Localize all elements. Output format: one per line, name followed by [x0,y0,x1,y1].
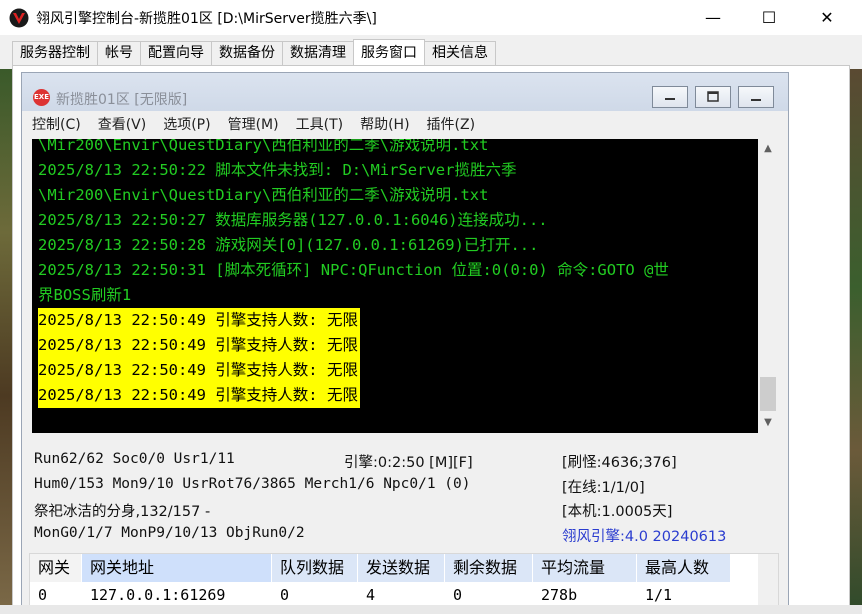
menu-options[interactable]: 选项(P) [163,111,210,139]
scroll-thumb[interactable] [760,377,776,411]
child-title-bar: EXE 新揽胜01区 [无限版] [22,73,788,111]
log-scrollbar[interactable]: ▲ ▼ [758,139,778,433]
exe-icon: EXE [33,89,50,106]
maximize-icon: ☐ [761,8,777,27]
scroll-down-icon[interactable]: ▼ [758,413,778,433]
log-line: 2025/8/13 22:50:31 [脚本死循环] NPC:QFunction… [38,261,669,279]
col-header-gateway[interactable]: 网关 [30,554,82,582]
col-header-avg-traffic[interactable]: 平均流量 [533,554,637,582]
status-online: [在线:1/1/0] [562,480,645,496]
menu-tools[interactable]: 工具(T) [296,111,343,139]
child-window-title: 新揽胜01区 [无限版] [56,92,188,108]
status-event: 祭祀冰洁的分身,132/157 - [34,504,211,520]
tab-strip: 服务器控制 帐号 配置向导 数据备份 数据清理 服务窗口 相关信息 [12,39,496,65]
tab-account[interactable]: 帐号 [97,41,141,65]
log-line: 2025/8/13 22:50:27 数据库服务器(127.0.0.1:6046… [38,211,548,229]
server-child-window: EXE 新揽胜01区 [无限版] 控制(C) 查看(V) 选项(P) 管理(M)… [21,72,789,614]
scroll-up-icon[interactable]: ▲ [758,139,778,159]
window-title: 翎风引擎控制台-新揽胜01区 [D:\MirServer揽胜六季\] [36,11,377,27]
close-icon [751,99,761,101]
minimize-button[interactable]: — [690,0,736,35]
log-line: \Mir200\Envir\QuestDiary\西伯利亚的二季\游戏说明.tx… [38,186,489,204]
background-image-right [850,69,862,614]
col-header-queue-data[interactable]: 队列数据 [272,554,358,582]
menu-help[interactable]: 帮助(H) [360,111,409,139]
tab-config-wizard[interactable]: 配置向导 [140,41,212,65]
status-mon: MonG0/1/7 MonP9/10/13 ObjRun0/2 [34,525,305,541]
status-hum: Hum0/153 Mon9/10 UsrRot76/3865 Merch1/6 … [34,476,471,492]
status-run: Run62/62 Soc0/0 Usr1/11 [34,451,235,467]
child-menu-bar: 控制(C) 查看(V) 选项(P) 管理(M) 工具(T) 帮助(H) 插件(Z… [22,111,788,139]
col-header-max-users[interactable]: 最高人数 [637,554,731,582]
col-header-gateway-address[interactable]: 网关地址 [82,554,272,582]
status-local: [本机:1.0005天] [562,504,673,520]
minimize-icon [665,98,675,100]
background-image-left [0,69,12,614]
tab-related-info[interactable]: 相关信息 [424,41,496,65]
log-line: 2025/8/13 22:50:22 脚本文件未找到: D:\MirServer… [38,161,517,179]
log-line: 2025/8/13 22:50:28 游戏网关[0](127.0.0.1:612… [38,236,539,254]
log-line-highlighted: 2025/8/13 22:50:49 引擎支持人数: 无限 [38,333,360,358]
log-line: \Mir200\Envir\QuestDiary\西伯利亚的二季\游戏说明.tx… [38,139,489,154]
status-version: 翎风引擎:4.0 20240613 [562,529,727,545]
status-refresh-monster: [刷怪:4636;376] [562,455,677,471]
bottom-edge [0,605,862,614]
tab-service-window[interactable]: 服务窗口 [353,39,425,65]
status-panel: Run62/62 Soc0/0 Usr1/11 引擎:0:2:50 [M][F]… [32,443,778,547]
child-maximize-button[interactable] [695,86,731,108]
log-line-highlighted: 2025/8/13 22:50:49 引擎支持人数: 无限 [38,308,360,333]
log-console[interactable]: \Mir200\Envir\QuestDiary\西伯利亚的二季\游戏说明.tx… [32,139,778,433]
tab-data-cleanup[interactable]: 数据清理 [282,41,354,65]
app-logo-icon [9,8,29,28]
child-close-button[interactable] [738,86,774,108]
menu-control[interactable]: 控制(C) [32,111,81,139]
close-icon: ✕ [820,8,834,27]
log-line-highlighted: 2025/8/13 22:50:49 引擎支持人数: 无限 [38,358,360,383]
log-line: 界BOSS刷新1 [38,286,132,304]
menu-view[interactable]: 查看(V) [98,111,147,139]
col-header-send-data[interactable]: 发送数据 [358,554,445,582]
status-engine-time: 引擎:0:2:50 [M][F] [344,455,473,471]
col-header-remaining-data[interactable]: 剩余数据 [445,554,533,582]
title-bar: 翎风引擎控制台-新揽胜01区 [D:\MirServer揽胜六季\] — ☐ ✕ [0,0,862,35]
log-lines: \Mir200\Envir\QuestDiary\西伯利亚的二季\游戏说明.tx… [38,139,756,408]
close-button[interactable]: ✕ [804,0,850,35]
minimize-icon: — [705,8,721,27]
maximize-button[interactable]: ☐ [746,0,792,35]
tab-data-backup[interactable]: 数据备份 [211,41,283,65]
maximize-icon [707,91,719,102]
menu-manage[interactable]: 管理(M) [228,111,279,139]
menu-plugins[interactable]: 插件(Z) [427,111,476,139]
tab-server-control[interactable]: 服务器控制 [12,41,98,65]
table-header: 网关 网关地址 队列数据 发送数据 剩余数据 平均流量 最高人数 [30,554,731,582]
log-line-highlighted: 2025/8/13 22:50:49 引擎支持人数: 无限 [38,383,360,408]
child-minimize-button[interactable] [652,86,688,108]
